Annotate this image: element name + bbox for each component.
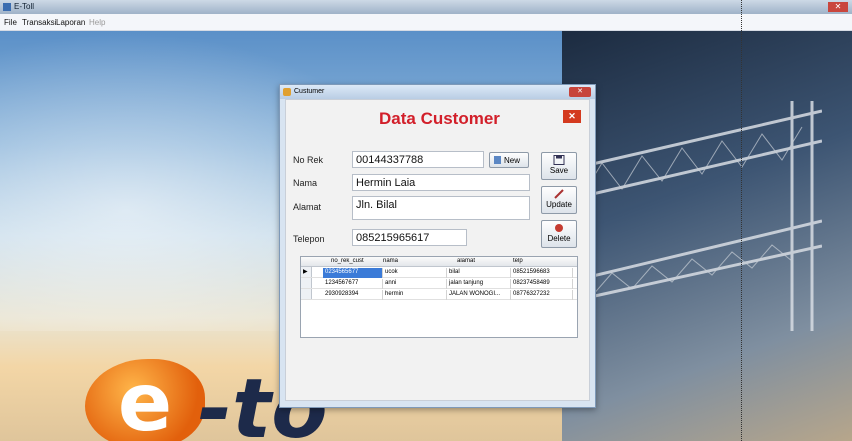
col-header-nama[interactable]: nama — [383, 258, 398, 264]
col-header-no-rek[interactable]: no_rek_cust — [331, 258, 364, 264]
dialog-title-bar: Custumer ✕ — [280, 85, 595, 99]
dialog-client-area: Data Customer ✕ No Rek 00144337788 New N… — [285, 99, 590, 401]
table-cell[interactable]: 08521596683 — [511, 268, 573, 278]
toll-structure-graphic — [562, 101, 822, 331]
telepon-input[interactable]: 085215965617 — [352, 229, 467, 246]
update-button[interactable]: Update — [541, 186, 577, 214]
table-row[interactable]: 1234567677 anni jalan tanjung 0823745848… — [301, 278, 577, 289]
table-cell[interactable]: 08776327232 — [511, 290, 573, 300]
table-row[interactable]: 2930928394 hermin JALAN WONOGI... 087763… — [301, 289, 577, 300]
nama-input[interactable]: Hermin Laia — [352, 174, 530, 191]
menu-help[interactable]: Help — [89, 18, 105, 27]
menu-laporan[interactable]: Laporan — [56, 18, 85, 27]
table-cell[interactable]: bilal — [447, 268, 511, 278]
nama-label: Nama — [293, 178, 318, 188]
menu-bar: File Transaksi Laporan Help — [0, 14, 852, 31]
alamat-label: Alamat — [293, 202, 322, 212]
dialog-icon — [283, 88, 291, 96]
table-cell[interactable]: hermin — [383, 290, 447, 300]
customer-table[interactable]: no_rek_cust nama alamat telp ▶ 023456567… — [300, 256, 578, 338]
table-cell[interactable]: ucok — [383, 268, 447, 278]
no-rek-label: No Rek — [293, 155, 324, 165]
table-cell[interactable]: 08237458489 — [511, 279, 573, 289]
table-header: no_rek_cust nama alamat telp — [301, 257, 577, 267]
window-title: E-Toll — [14, 2, 35, 11]
alamat-input[interactable]: Jln. Bilal — [352, 196, 530, 220]
floppy-icon — [553, 155, 565, 165]
row-pointer-icon: ▶ — [303, 269, 308, 275]
etoll-logo-e: e — [85, 359, 205, 441]
pencil-icon — [554, 189, 564, 199]
table-cell[interactable]: JALAN WONOGI... — [447, 290, 511, 300]
new-button[interactable]: New — [489, 152, 529, 168]
delete-button[interactable]: Delete — [541, 220, 577, 248]
col-header-alamat[interactable]: alamat — [457, 258, 475, 264]
window-close-button[interactable]: ✕ — [828, 2, 848, 12]
table-cell[interactable]: 0234565677 — [323, 268, 383, 278]
dotted-guide-line — [741, 0, 742, 441]
table-cell[interactable]: 1234567677 — [323, 279, 383, 289]
delete-icon — [555, 224, 563, 232]
dialog-title: Custumer — [294, 88, 325, 95]
form-header: Data Customer — [379, 109, 500, 128]
menu-transaksi[interactable]: Transaksi — [22, 18, 56, 27]
dialog-close-button[interactable]: ✕ — [569, 87, 591, 97]
new-icon — [494, 156, 501, 164]
col-header-telp[interactable]: telp — [513, 258, 523, 264]
table-cell[interactable]: jalan tanjung — [447, 279, 511, 289]
no-rek-input[interactable]: 00144337788 — [352, 151, 484, 168]
table-cell[interactable]: anni — [383, 279, 447, 289]
table-cell[interactable]: 2930928394 — [323, 290, 383, 300]
menu-file[interactable]: File — [4, 18, 17, 27]
main-title-bar: E-Toll ✕ — [0, 0, 852, 14]
app-icon — [3, 3, 11, 11]
table-row[interactable]: ▶ 0234565677 ucok bilal 08521596683 — [301, 267, 577, 278]
form-close-icon[interactable]: ✕ — [563, 110, 581, 123]
save-button[interactable]: Save — [541, 152, 577, 180]
customer-dialog: Custumer ✕ Data Customer ✕ No Rek 001443… — [279, 84, 596, 408]
telepon-label: Telepon — [293, 234, 325, 244]
